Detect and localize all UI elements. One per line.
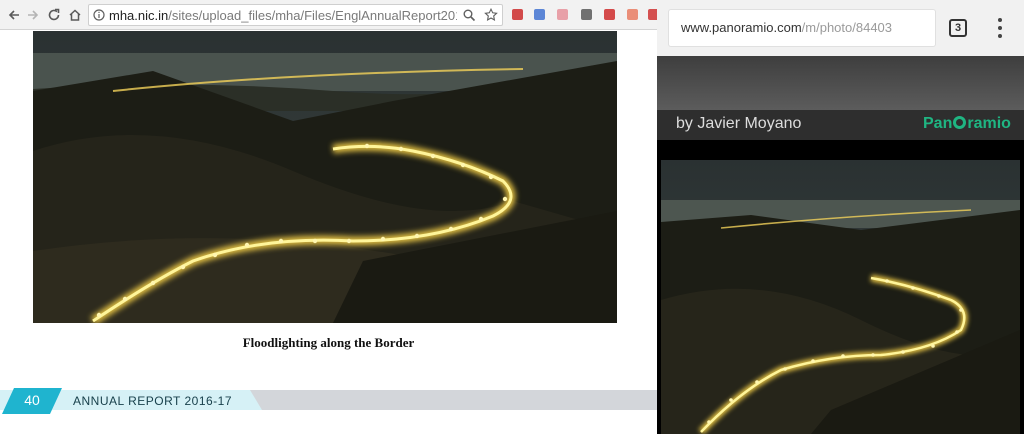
mobile-toolbar: www.panoramio.com/m/photo/84403 3 [657, 0, 1024, 56]
logo-text-start: Pan [923, 115, 953, 132]
more-vert-icon[interactable] [993, 17, 1007, 39]
reload-icon[interactable] [44, 5, 64, 25]
page-number: 40 [24, 392, 40, 408]
extension-icon-7[interactable] [648, 9, 657, 20]
tab-switcher-button[interactable]: 3 [949, 19, 967, 37]
mobile-url-text: www.panoramio.com/m/photo/84403 [681, 20, 892, 35]
zoom-icon[interactable] [463, 9, 476, 22]
photo-credit: by Javier Moyano [676, 115, 802, 132]
logo-text-end: ramio [967, 115, 1011, 132]
floodlit-border-photo [33, 31, 617, 323]
mobile-url-host: www.panoramio.com [681, 20, 802, 35]
photo-caption: Floodlighting along the Border [242, 335, 415, 350]
panoramio-logo: Pan ramio [923, 115, 1011, 133]
mobile-url-path: /m/photo/84403 [801, 20, 893, 35]
url-host: mha.nic.in [109, 8, 169, 23]
home-icon[interactable] [65, 5, 85, 25]
report-title: ANNUAL REPORT 2016-17 [73, 394, 233, 408]
extension-icon-3[interactable] [557, 9, 568, 20]
browser-toolbar: mha.nic.in/sites/upload_files/mha/Files/… [0, 0, 657, 30]
panoramio-photo[interactable] [661, 160, 1020, 434]
back-arrow-icon[interactable] [4, 5, 24, 25]
star-icon[interactable] [484, 8, 498, 22]
extension-icon-4[interactable] [581, 9, 592, 20]
extension-icon-2[interactable] [534, 9, 545, 20]
url-text: mha.nic.in/sites/upload_files/mha/Files/… [109, 8, 457, 23]
extension-icon-1[interactable] [512, 9, 523, 20]
forward-arrow-icon[interactable] [23, 5, 43, 25]
logo-o-icon [953, 116, 967, 129]
desktop-browser-window: mha.nic.in/sites/upload_files/mha/Files/… [0, 0, 657, 434]
mobile-browser-window: www.panoramio.com/m/photo/84403 3 by Jav… [657, 0, 1024, 434]
extension-icon-5[interactable] [604, 9, 615, 20]
info-icon[interactable] [93, 9, 105, 21]
mobile-address-bar[interactable]: www.panoramio.com/m/photo/84403 [669, 10, 935, 46]
url-path: /sites/upload_files/mha/Files/EnglAnnual… [168, 8, 457, 23]
extension-icon-6[interactable] [627, 9, 638, 20]
address-bar[interactable]: mha.nic.in/sites/upload_files/mha/Files/… [88, 4, 503, 26]
photo-header-band [657, 56, 1024, 110]
